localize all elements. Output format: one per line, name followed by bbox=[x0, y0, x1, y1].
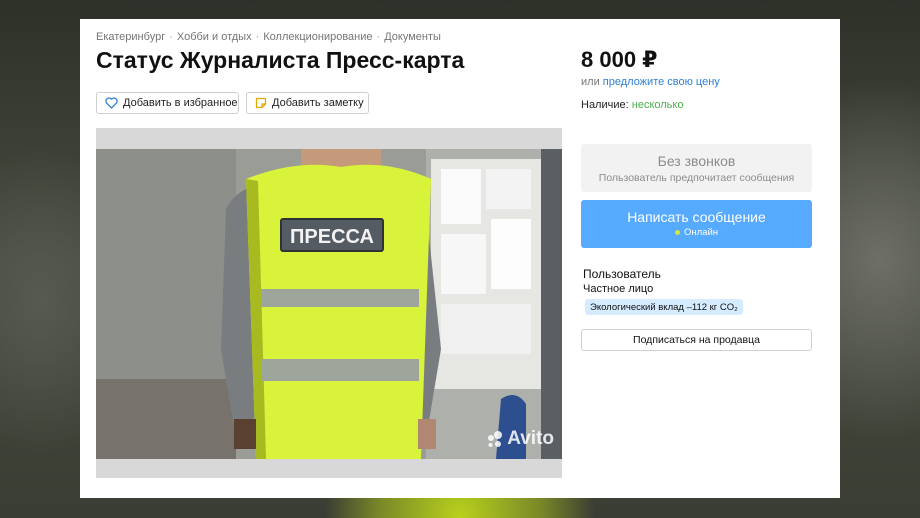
breadcrumb-category[interactable]: Хобби и отдых bbox=[177, 31, 252, 43]
page-title: Статус Журналиста Пресс-карта bbox=[96, 47, 465, 73]
eco-contribution-badge[interactable]: Экологический вклад –112 кг CO₂ bbox=[585, 299, 743, 315]
breadcrumb-separator: · bbox=[255, 31, 260, 43]
write-message-label: Написать сообщение bbox=[627, 209, 766, 225]
availability: Наличие: несколько bbox=[581, 99, 683, 111]
seller-name[interactable]: Пользователь bbox=[583, 267, 661, 281]
availability-value: несколько bbox=[631, 99, 684, 111]
avito-logo-icon bbox=[486, 430, 504, 448]
add-note-button[interactable]: Добавить заметку bbox=[246, 92, 369, 114]
no-calls-title: Без звонков bbox=[657, 153, 736, 169]
price-offer: или предложите свою цену bbox=[581, 76, 720, 88]
offer-price-link[interactable]: предложите свою цену bbox=[603, 76, 720, 88]
subscribe-seller-button[interactable]: Подписаться на продавца bbox=[581, 329, 812, 351]
no-calls-subtitle: Пользователь предпочитает сообщения bbox=[598, 172, 795, 184]
price: 8 000 ₽ bbox=[581, 47, 658, 72]
breadcrumb: Екатеринбург · Хобби и отдых · Коллекциониро… bbox=[96, 31, 441, 43]
online-status: Онлайн bbox=[581, 227, 812, 238]
avito-watermark-text: Avito bbox=[507, 428, 554, 449]
online-dot-icon bbox=[674, 230, 680, 235]
seller-type: Частное лицо bbox=[583, 283, 654, 295]
photo-image: ПРЕССА bbox=[96, 149, 562, 459]
add-to-favorites-button[interactable]: Добавить в избранное bbox=[96, 92, 239, 114]
heart-icon bbox=[105, 97, 118, 109]
breadcrumb-subcategory[interactable]: Коллекционирование bbox=[263, 31, 372, 43]
listing-card: Екатеринбург · Хобби и отдых · Коллекциониро… bbox=[80, 19, 840, 498]
online-status-label: Онлайн bbox=[683, 227, 718, 238]
breadcrumb-city[interactable]: Екатеринбург bbox=[96, 31, 165, 43]
note-icon bbox=[255, 97, 267, 109]
vest-press-label: ПРЕССА bbox=[290, 226, 374, 248]
write-message-button[interactable]: Написать сообщение Онлайн bbox=[581, 200, 812, 248]
add-note-label: Добавить заметку bbox=[272, 97, 364, 109]
listing-photo[interactable]: ПРЕССА Avito bbox=[96, 128, 562, 478]
offer-or-label: или bbox=[581, 76, 600, 88]
avito-watermark: Avito bbox=[486, 428, 554, 450]
breadcrumb-section[interactable]: Документы bbox=[384, 31, 441, 43]
add-to-favorites-label: Добавить в избранное bbox=[123, 97, 238, 109]
availability-label: Наличие: bbox=[581, 99, 629, 111]
breadcrumb-separator: · bbox=[169, 31, 173, 43]
breadcrumb-separator: · bbox=[376, 31, 381, 43]
no-calls-notice: Без звонков Пользователь предпочитает со… bbox=[581, 144, 812, 192]
